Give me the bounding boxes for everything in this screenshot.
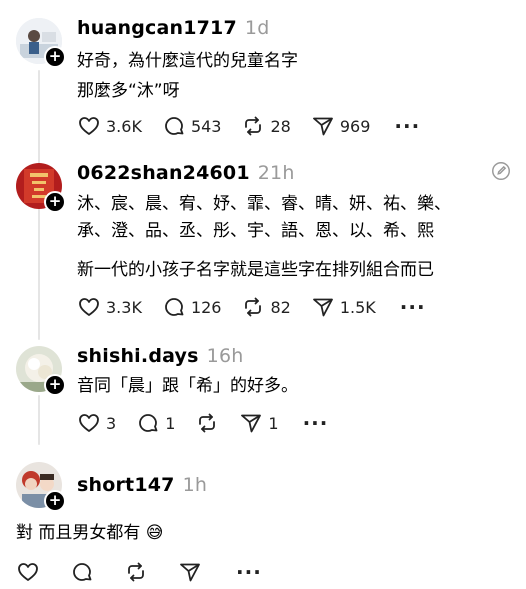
timestamp: 1h xyxy=(182,474,208,496)
send-icon xyxy=(312,117,333,136)
thread-line xyxy=(38,395,40,445)
heart-icon xyxy=(79,117,99,135)
like-count: 3.3K xyxy=(106,297,142,317)
comment-icon xyxy=(73,563,92,581)
send-icon xyxy=(180,563,200,582)
heart-icon xyxy=(79,414,99,432)
comment-author[interactable]: shishi.days 16h xyxy=(77,345,243,367)
comment-author[interactable]: huangcan1717 1d xyxy=(77,17,269,39)
comment-text-line: 音同「晨」跟「希」的好多。 xyxy=(77,376,298,396)
avatar-wrap[interactable]: + xyxy=(16,163,66,213)
follow-plus-icon[interactable]: + xyxy=(44,490,66,512)
action-bar: 3.3K 126 82 1.5K ··· xyxy=(77,294,426,320)
like-button[interactable]: 3.3K xyxy=(77,295,142,319)
comment-author[interactable]: 0622shan24601 21h xyxy=(77,162,295,184)
comment-text-line: 好奇，為什麼這代的兒童名字 xyxy=(77,51,298,71)
share-count: 1.5K xyxy=(339,297,376,317)
more-icon[interactable]: ··· xyxy=(236,562,262,582)
timestamp: 16h xyxy=(206,345,244,367)
repost-count: 28 xyxy=(270,116,291,136)
send-icon xyxy=(312,298,333,317)
repost-button[interactable] xyxy=(195,411,219,435)
heart-icon xyxy=(79,298,99,316)
more-icon[interactable]: ··· xyxy=(394,116,420,136)
comment-text-line: 那麼多“沐”呀 xyxy=(77,81,180,101)
reply-count: 543 xyxy=(190,116,222,136)
repost-icon xyxy=(245,297,262,317)
share-button[interactable]: 1 xyxy=(239,411,279,435)
share-button[interactable]: 969 xyxy=(311,114,371,138)
timestamp: 21h xyxy=(257,162,295,184)
action-bar: 3 1 1 ··· xyxy=(77,410,328,436)
comment-text-line: 新一代的小孩子名字就是這些字在排列組合而已 xyxy=(77,260,434,280)
repost-icon xyxy=(199,413,216,433)
share-count: 969 xyxy=(339,116,371,136)
comment-author[interactable]: short147 1h xyxy=(77,474,207,496)
share-button[interactable] xyxy=(178,560,202,584)
send-icon xyxy=(241,414,262,433)
comment-text-line: 承、澄、品、丞、彤、宇、語、恩、以、希、熙 xyxy=(77,221,434,241)
like-button[interactable]: 3.6K xyxy=(77,114,142,138)
like-button[interactable] xyxy=(16,560,40,584)
repost-icon xyxy=(128,562,144,582)
comment-icon xyxy=(165,117,184,135)
more-icon[interactable]: ··· xyxy=(303,413,329,433)
timestamp: 1d xyxy=(244,17,270,39)
like-count: 3.6K xyxy=(106,116,142,136)
like-button[interactable]: 3 xyxy=(77,411,116,435)
like-count: 3 xyxy=(106,413,117,433)
avatar-wrap[interactable]: + xyxy=(16,18,66,68)
share-button[interactable]: 1.5K xyxy=(311,295,376,319)
avatar-wrap[interactable]: + xyxy=(16,462,66,512)
repost-icon xyxy=(245,116,262,136)
reply-count: 126 xyxy=(190,297,222,317)
follow-plus-icon[interactable]: + xyxy=(44,374,66,396)
more-icon[interactable]: ··· xyxy=(400,297,426,317)
action-bar: 3.6K 543 28 969 ··· xyxy=(77,113,420,139)
reply-button[interactable]: 543 xyxy=(162,114,222,138)
reply-button[interactable]: 126 xyxy=(162,295,222,319)
reply-count: 1 xyxy=(165,413,176,433)
comment-icon xyxy=(165,298,184,316)
reply-button[interactable]: 1 xyxy=(136,411,175,435)
repost-count: 82 xyxy=(270,297,291,317)
reply-button[interactable] xyxy=(70,560,94,584)
comment-text-line: 對 而且男女都有 😅 xyxy=(16,523,164,543)
share-count: 1 xyxy=(268,413,279,433)
repost-button[interactable] xyxy=(124,560,148,584)
username[interactable]: short147 xyxy=(77,474,175,496)
repost-button[interactable]: 82 xyxy=(241,295,291,319)
comment-text-line: 沐、宸、晨、宥、妤、霏、睿、晴、妍、祐、樂、 xyxy=(77,194,451,214)
avatar-wrap[interactable]: + xyxy=(16,346,66,396)
heart-icon xyxy=(18,563,38,581)
follow-plus-icon[interactable]: + xyxy=(44,46,66,68)
edit-icon[interactable] xyxy=(490,160,512,182)
username[interactable]: huangcan1717 xyxy=(77,17,237,39)
username[interactable]: shishi.days xyxy=(77,345,199,367)
comment-icon xyxy=(139,414,158,432)
repost-button[interactable]: 28 xyxy=(241,114,291,138)
follow-plus-icon[interactable]: + xyxy=(44,191,66,213)
username[interactable]: 0622shan24601 xyxy=(77,162,250,184)
action-bar: ··· xyxy=(16,559,262,585)
